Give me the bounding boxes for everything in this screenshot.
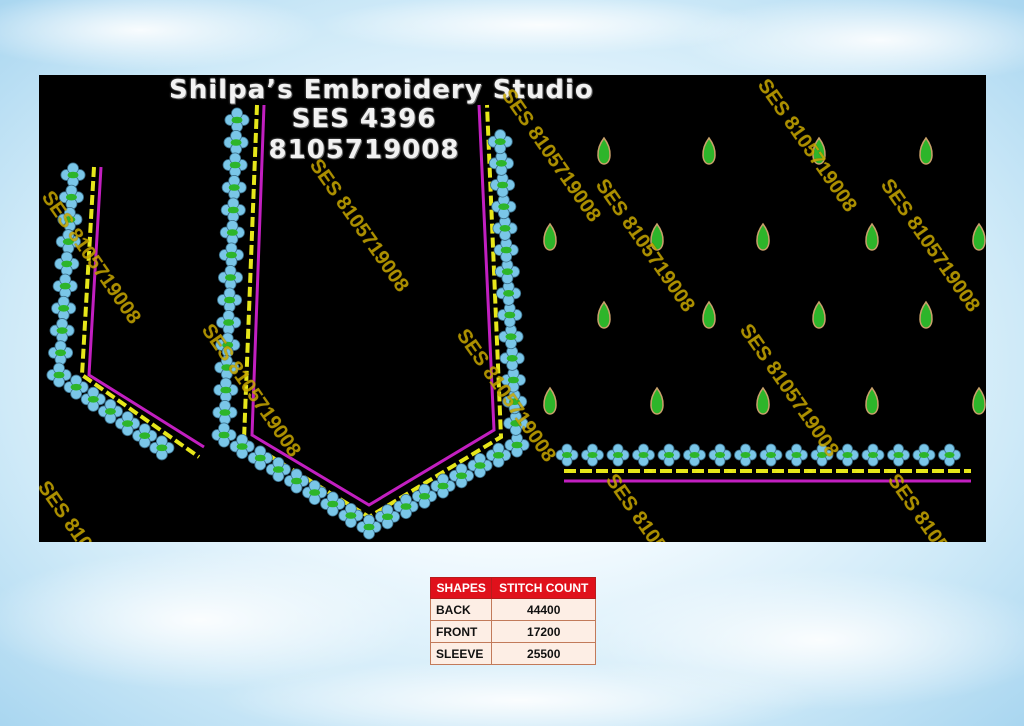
butta-motif xyxy=(543,222,557,251)
count-cell: 25500 xyxy=(491,642,596,665)
flower-motif xyxy=(498,324,524,350)
butta-motif xyxy=(756,222,770,251)
flower-motif xyxy=(219,219,245,245)
flower-motif xyxy=(657,443,681,467)
flower-motif xyxy=(60,162,86,188)
flower-motif xyxy=(217,287,243,313)
embroidery-design-canvas: Shilpa’s Embroidery Studio SES 4396 8105… xyxy=(39,75,986,542)
flower-motif xyxy=(759,443,783,467)
butta-motif xyxy=(865,222,879,251)
shape-cell: BACK xyxy=(429,598,493,621)
flower-motif xyxy=(493,237,519,263)
flower-motif xyxy=(491,194,517,220)
flower-motif xyxy=(51,295,77,321)
flower-motif xyxy=(497,302,523,328)
embroidery-pattern xyxy=(46,104,986,540)
butta-motif xyxy=(972,222,986,251)
table-row: FRONT 17200 xyxy=(429,620,596,643)
column-header-stitch-count: STITCH COUNT xyxy=(491,577,596,599)
flower-motif xyxy=(490,172,516,198)
butta-motif xyxy=(543,386,557,415)
count-cell: 44400 xyxy=(491,598,596,621)
flower-motif xyxy=(217,264,243,290)
flower-motif xyxy=(52,273,78,299)
studio-phone: 8105719008 xyxy=(268,135,460,165)
flower-motif xyxy=(555,443,579,467)
flower-motif xyxy=(494,259,520,285)
shape-cell: SLEEVE xyxy=(429,642,493,665)
flower-motif xyxy=(488,150,514,176)
flower-motif xyxy=(861,443,885,467)
design-code: SES 4396 xyxy=(291,104,437,134)
table-row: BACK 44400 xyxy=(429,598,596,621)
flower-motif xyxy=(785,443,808,467)
shape-cell: FRONT xyxy=(429,620,493,643)
flower-motif xyxy=(734,443,757,467)
flower-motif xyxy=(222,152,248,178)
butta-motif xyxy=(597,300,611,329)
flower-motif xyxy=(887,443,910,467)
flower-motif xyxy=(496,280,522,306)
butta-motif xyxy=(702,136,716,165)
butta-motif xyxy=(812,300,826,329)
flower-motif xyxy=(708,443,732,467)
flower-motif xyxy=(48,340,74,366)
flower-motif xyxy=(683,443,706,467)
flower-motif xyxy=(499,345,525,371)
column-header-shapes: SHAPES xyxy=(429,577,493,599)
flower-motif xyxy=(220,197,246,223)
butta-motif xyxy=(919,136,933,165)
butta-motif xyxy=(756,386,770,415)
stitch-count-table: SHAPES STITCH COUNT BACK 44400 FRONT 172… xyxy=(429,577,596,665)
butta-motif xyxy=(650,386,664,415)
butta-motif xyxy=(702,300,716,329)
flower-motif xyxy=(223,129,249,155)
flower-motif xyxy=(492,215,518,241)
flower-motif xyxy=(581,443,604,467)
flower-motif xyxy=(221,174,247,200)
flower-motif xyxy=(912,443,936,467)
butta-motif xyxy=(972,386,986,415)
butta-motif xyxy=(919,300,933,329)
count-cell: 17200 xyxy=(491,620,596,643)
butta-motif xyxy=(865,386,879,415)
flower-motif xyxy=(487,129,513,155)
table-header-row: SHAPES STITCH COUNT xyxy=(429,577,596,599)
flower-motif xyxy=(224,107,250,133)
butta-motif xyxy=(597,136,611,165)
flower-motif xyxy=(938,443,961,467)
table-row: SLEEVE 25500 xyxy=(429,642,596,665)
flower-motif xyxy=(212,399,238,425)
flower-motif xyxy=(49,318,75,344)
flower-motif xyxy=(606,443,630,467)
flower-motif xyxy=(218,242,244,268)
flower-motif xyxy=(632,443,655,467)
